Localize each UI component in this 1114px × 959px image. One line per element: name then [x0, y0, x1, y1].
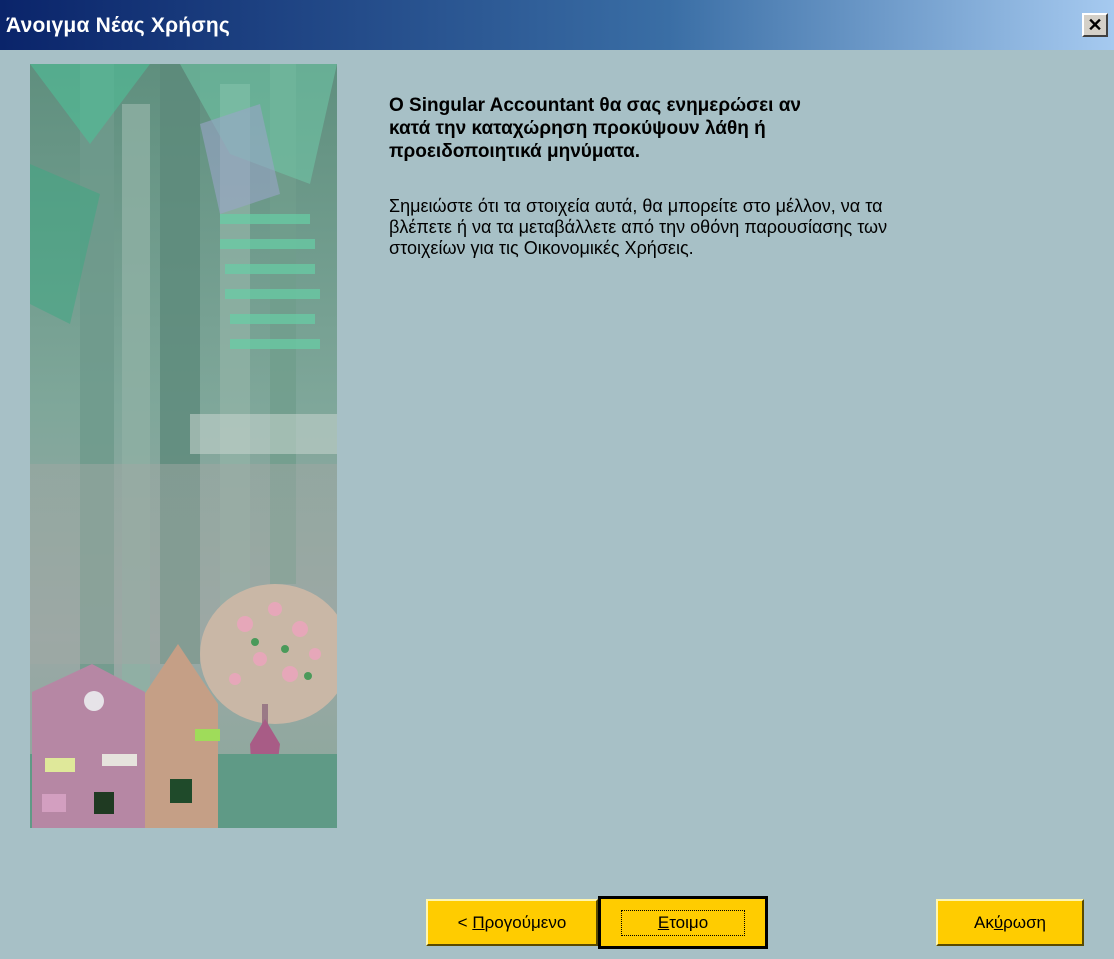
- body-line-3: στοιχείων για τις Οικονομικές Χρήσεις.: [389, 238, 694, 258]
- heading-line-3: προειδοποιητικά μηνύματα.: [389, 141, 641, 162]
- back-button-label: ρογούμενο: [484, 912, 567, 932]
- heading-line-1: Ο Singular Accountant θα σας ενημερώσει …: [389, 95, 801, 116]
- info-body: Σημειώστε ότι τα στοιχεία αυτά, θα μπορε…: [389, 196, 1049, 259]
- cancel-button-label: ρωση: [1003, 912, 1047, 932]
- body-line-1: Σημειώστε ότι τα στοιχεία αυτά, θα μπορε…: [389, 196, 883, 216]
- close-button[interactable]: ✕: [1082, 13, 1108, 37]
- finish-button-mnemonic: Ε: [657, 912, 670, 932]
- window-title: Άνοιγμα Νέας Χρήσης: [6, 14, 231, 37]
- heading-line-2: κατά την καταχώρηση προκύψουν λάθη ή: [389, 118, 766, 139]
- back-button-mnemonic: Π: [472, 912, 485, 932]
- back-button-prefix: <: [457, 912, 473, 932]
- back-button[interactable]: < Προγούμενο: [426, 899, 598, 946]
- info-heading: Ο Singular Accountant θα σας ενημερώσει …: [389, 94, 1029, 163]
- wizard-dialog: Άνοιγμα Νέας Χρήσης ✕ Ο Singular Account…: [0, 0, 1114, 959]
- finish-button[interactable]: Ετοιμο: [598, 896, 768, 949]
- cancel-button-before: Ακ: [973, 912, 994, 932]
- cancel-button[interactable]: Ακ ύ ρωση: [936, 899, 1084, 946]
- cancel-button-mnemonic: ύ: [993, 912, 1004, 932]
- finish-button-focus: Ετοιμο: [620, 909, 746, 936]
- close-icon: ✕: [1087, 14, 1103, 35]
- title-bar: Άνοιγμα Νέας Χρήσης ✕: [0, 0, 1114, 50]
- body-line-2: βλέπετε ή να τα μεταβάλλετε από την οθόν…: [389, 217, 888, 237]
- finish-button-label: τοιμο: [669, 912, 709, 932]
- wizard-illustration: [30, 64, 337, 828]
